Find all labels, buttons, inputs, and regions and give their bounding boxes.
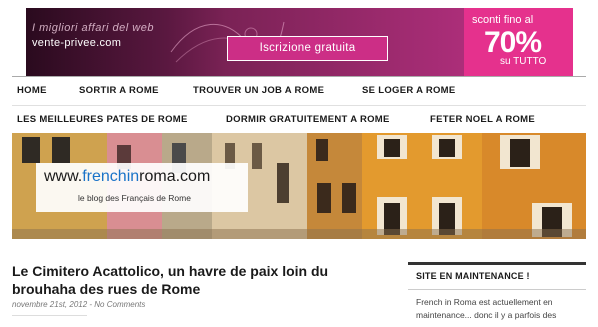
nav-item-job[interactable]: TROUVER UN JOB A ROME [193,85,324,96]
header-image[interactable]: www.frenchinroma.com le blog des Françai… [12,133,586,239]
post-date: novembre 21st, 2012 [12,300,88,309]
logo-subtitle: le blog des Français de Rome [78,193,191,203]
banner-promo-line1: sconti fino al [472,14,534,26]
nav-item-loger[interactable]: SE LOGER A ROME [362,85,456,96]
nav-item-noel[interactable]: FETER NOEL A ROME [430,114,535,125]
nav-row-1: HOME SORTIR A ROME TROUVER UN JOB A ROME… [12,77,586,105]
banner-promo-percent: 70% [484,26,542,59]
post-divider [12,315,87,316]
banner-brand: vente-privee.com [32,37,122,49]
nav-item-dormir[interactable]: DORMIR GRATUITEMENT A ROME [226,114,390,125]
sidebar-widget-text: French in Roma est actuellement en maint… [416,297,557,320]
banner-signup-button[interactable]: Iscrizione gratuita [227,36,388,61]
ad-banner[interactable]: I migliori affari del web vente-privee.c… [26,8,573,76]
nav-item-sortir[interactable]: SORTIR A ROME [79,85,159,96]
sidebar-widget-title: SITE EN MAINTENANCE ! [416,271,530,281]
nav-item-pates[interactable]: LES MEILLEURES PATES DE ROME [17,114,188,125]
post-title-link[interactable]: Le Cimitero Acattolico, un havre de paix… [12,262,392,298]
banner-tagline: I migliori affari del web [32,22,154,34]
post-meta: novembre 21st, 2012 - No Comments [12,300,146,309]
sidebar-widget-header: SITE EN MAINTENANCE ! [408,262,586,290]
main-nav: HOME SORTIR A ROME TROUVER UN JOB A ROME… [12,76,586,135]
banner-promo-line3: su TUTTO [500,56,547,67]
nav-item-home[interactable]: HOME [17,85,47,96]
post-comments-link[interactable]: No Comments [94,300,145,309]
logo-url: www.frenchinroma.com [44,168,211,185]
site-logo[interactable]: www.frenchinroma.com le blog des Françai… [36,163,248,212]
nav-row-2: LES MEILLEURES PATES DE ROME DORMIR GRAT… [12,105,586,134]
